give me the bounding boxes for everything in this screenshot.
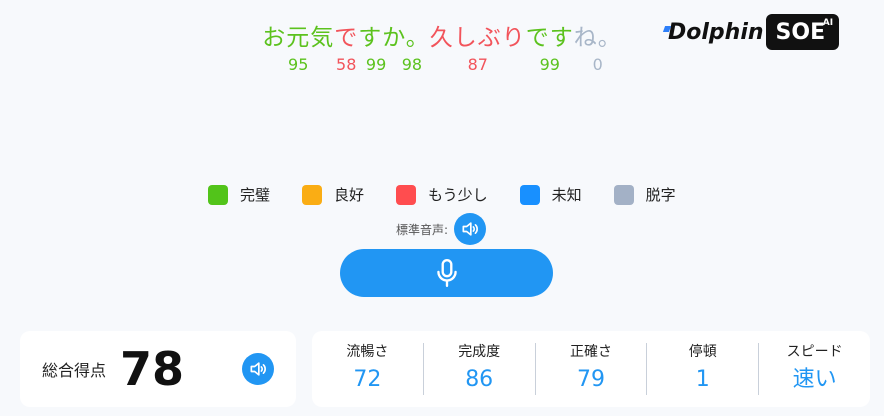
- sentence-chunk: です 99: [526, 22, 574, 76]
- metric-label: 停頓: [688, 344, 717, 360]
- legend-item-perfect: 完璧: [208, 184, 270, 205]
- logo-word-text: Dolphin: [668, 19, 764, 45]
- legend-label: 脱字: [645, 186, 676, 204]
- logo-badge-text: SOE: [775, 19, 826, 45]
- sentence-chunk: で 58: [334, 22, 358, 76]
- record-button[interactable]: [340, 249, 553, 297]
- standard-audio-label: 標準音声:: [396, 222, 449, 237]
- metric-value: 速い: [792, 367, 837, 392]
- chunk-score: 99: [539, 55, 560, 74]
- total-score-card: 総合得点 78: [20, 331, 296, 407]
- legend-item-needs-work: もう少し: [396, 184, 488, 205]
- legend-item-missing: 脱字: [613, 184, 676, 205]
- chunk-text: 久しぶり: [429, 25, 526, 51]
- chunk-text: ね。: [573, 25, 622, 51]
- metric-accuracy: 正確さ 79: [536, 343, 648, 395]
- chunk-text: お元気: [262, 25, 335, 51]
- chunk-score: 0: [592, 55, 603, 74]
- metric-label: 正確さ: [569, 344, 612, 360]
- metric-speed: スピード 速い: [759, 343, 870, 395]
- microphone-icon: [436, 258, 457, 288]
- metric-value: 86: [465, 367, 494, 392]
- user-audio-play-button[interactable]: [242, 353, 274, 385]
- legend-label: 完璧: [240, 186, 271, 204]
- speaker-icon: [250, 362, 266, 376]
- chunk-score: 98: [401, 55, 423, 74]
- dolphin-soe-logo: Dolphin SOE AI: [662, 14, 840, 50]
- legend-swatch: [519, 184, 540, 205]
- chunk-text: すか。: [358, 25, 430, 51]
- metrics-card: 流暢さ 72 完成度 86 正確さ 79 停頓 1 スピード 速い: [312, 331, 870, 407]
- chunk-score: 87: [467, 55, 488, 74]
- sentence-chunk: ね。 0: [574, 22, 622, 76]
- standard-audio: 標準音声:: [396, 213, 487, 245]
- legend-item-good: 良好: [302, 184, 364, 205]
- metric-fluency: 流暢さ 72: [312, 343, 424, 395]
- total-score-value: 78: [120, 342, 185, 396]
- legend-swatch: [302, 184, 323, 205]
- sentence-chunk: お元気 95: [262, 22, 334, 76]
- chunk-text: で: [334, 25, 359, 51]
- metric-label: 完成度: [458, 344, 501, 360]
- logo-badge-sup: AI: [822, 18, 834, 28]
- metric-label: スピード: [786, 344, 843, 360]
- chunk-score: 58: [336, 55, 357, 74]
- metric-value: 79: [576, 367, 605, 392]
- legend-label: 良好: [334, 186, 365, 204]
- logo-word: Dolphin: [662, 19, 764, 45]
- metric-pauses: 停頓 1: [647, 343, 760, 395]
- chunk-score: 99: [365, 55, 387, 74]
- legend-swatch: [208, 184, 228, 205]
- metric-label: 流暢さ: [346, 344, 389, 360]
- metric-value: 72: [353, 367, 382, 392]
- total-score-label: 総合得点: [42, 361, 107, 380]
- legend-item-unknown: 未知: [519, 184, 582, 205]
- sentence-chunk: 久しぶり 87: [430, 22, 526, 76]
- sentence-chunk: すか。 99 98: [358, 22, 430, 76]
- legend-label: もう少し: [428, 186, 488, 204]
- legend-label: 未知: [551, 186, 582, 204]
- chunk-text: です: [525, 25, 574, 51]
- legend-swatch: [396, 184, 417, 205]
- standard-audio-play-button[interactable]: [454, 213, 487, 245]
- chunk-score: 95: [288, 55, 309, 74]
- metric-value: 1: [695, 367, 710, 392]
- legend-swatch: [613, 184, 634, 205]
- color-legend: 完璧 良好 もう少し 未知 脱字: [208, 184, 708, 205]
- metric-completeness: 完成度 86: [424, 343, 536, 395]
- speaker-icon: [462, 222, 478, 236]
- logo-badge: SOE AI: [765, 14, 840, 50]
